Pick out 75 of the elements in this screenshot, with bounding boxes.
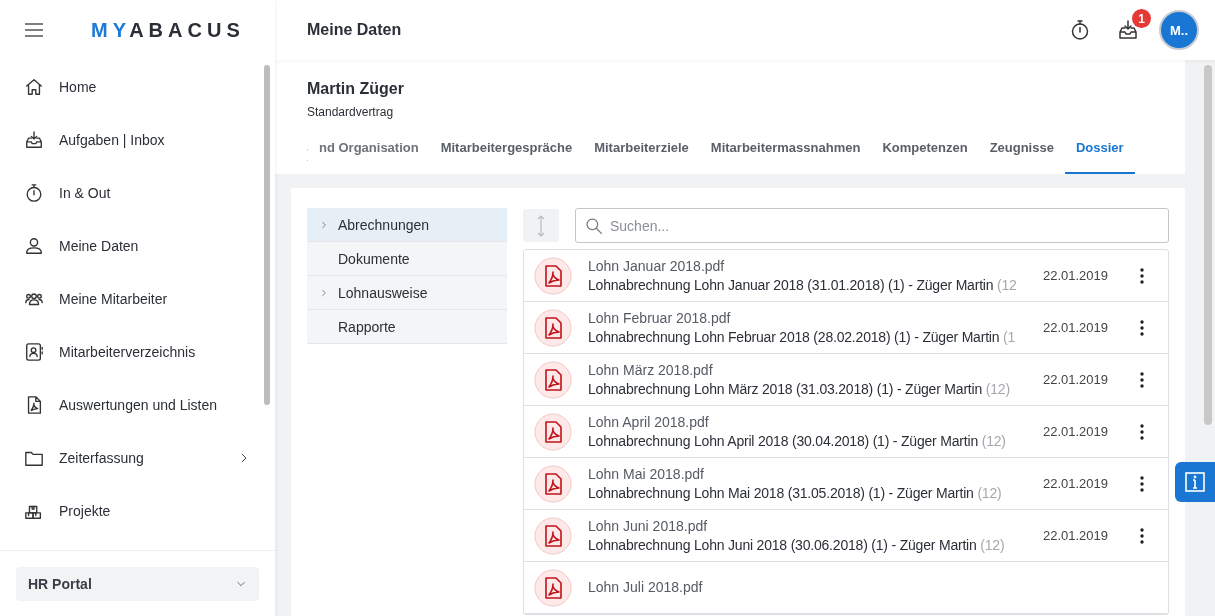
file-date: 22.01.2019 (1042, 320, 1108, 335)
file-description: Lohnabrechnung Lohn Februar 2018 (28.02.2018) (1) - Züger Martin (1 (588, 328, 1017, 346)
file-name[interactable]: Lohn Mai 2018.pdf (588, 465, 1031, 483)
sidebar-item[interactable]: Home (0, 60, 275, 113)
sidebar-item[interactable]: Meine Mitarbeiter (0, 272, 275, 325)
employee-name: Martin Züger (307, 80, 405, 98)
more-vertical-icon (1140, 475, 1144, 492)
more-vertical-icon (1140, 371, 1144, 388)
page-title: Meine Daten (307, 21, 402, 39)
file-name[interactable]: Lohn März 2018.pdf (588, 361, 1031, 379)
sidebar-item[interactable]: Auswertungen und Listen (0, 378, 275, 431)
stopwatch-icon (24, 182, 44, 203)
contract-type: Standardvertrag (307, 105, 395, 119)
more-vertical-icon (1140, 527, 1144, 544)
file-description: Lohnabrechnung Lohn Juni 2018 (30.06.2018) (1) - Züger Martin (12) (588, 536, 1006, 554)
tab[interactable]: Mitarbeitergespräche (429, 136, 584, 174)
tab[interactable]: Mitarbeiterziele (583, 136, 700, 174)
house-icon (24, 76, 44, 97)
file-description: Lohnabrechnung Lohn April 2018 (30.04.2018) (1) - Züger Martin (12) (588, 432, 1007, 450)
file-date: 22.01.2019 (1042, 424, 1108, 439)
inbox-icon (24, 129, 44, 150)
pdf-file-icon (534, 568, 572, 607)
inbox-icon (1117, 19, 1139, 41)
sidebar-item[interactable]: Mitarbeiterverzeichnis (0, 325, 275, 378)
tab[interactable]: Zeugnisse (978, 136, 1065, 174)
file-date: 22.01.2019 (1042, 372, 1108, 387)
pdf-file-icon (534, 464, 572, 503)
pdf-file-icon (534, 516, 572, 555)
chevron-right-icon (319, 219, 329, 230)
sort-arrows-icon (536, 214, 546, 237)
scrollbar[interactable] (264, 65, 270, 405)
pdf-file-icon (534, 256, 572, 295)
pdf-file-icon (534, 308, 572, 347)
tab[interactable]: Mitarbeitermassnahmen (699, 136, 872, 174)
tab[interactable]: Dossier (1064, 136, 1135, 174)
more-vertical-icon (1140, 319, 1144, 336)
file-description: Lohnabrechnung Lohn Januar 2018 (31.01.2018) (1) - Züger Martin (12 (588, 276, 1018, 294)
folder-item[interactable]: Rapporte (307, 310, 507, 344)
more-vertical-icon (1140, 423, 1144, 440)
file-description: Lohnabrechnung Lohn Mai 2018 (31.05.2018) (1) - Züger Martin (12) (588, 484, 1003, 502)
info-icon (1184, 471, 1206, 493)
file-name[interactable]: Lohn Juli 2018.pdf (588, 579, 1158, 596)
file-name[interactable]: Lohn Januar 2018.pdf (588, 257, 1031, 275)
file-date: 22.01.2019 (1042, 476, 1108, 491)
person-icon (24, 235, 44, 256)
contact-card-icon (24, 341, 44, 362)
portal-select[interactable]: HR Portal (16, 567, 259, 601)
scrollbar[interactable] (1204, 65, 1212, 425)
logo: MYABACUS (91, 18, 245, 42)
sidebar-item[interactable]: In & Out (0, 166, 275, 219)
more-vertical-icon (1140, 267, 1144, 284)
file-date: 22.01.2019 (1042, 268, 1108, 283)
sidebar-item[interactable]: Projekte (0, 484, 275, 537)
folder-item[interactable]: Abrechnungen (307, 208, 507, 242)
file-description: Lohnabrechnung Lohn März 2018 (31.03.2018) (1) - Züger Martin (12) (588, 380, 1011, 398)
tab[interactable]: nd Organisation (319, 136, 430, 174)
file-name[interactable]: Lohn Februar 2018.pdf (588, 309, 1031, 327)
file-name[interactable]: Lohn April 2018.pdf (588, 413, 1031, 431)
notification-badge: 1 (1132, 9, 1151, 28)
avatar[interactable]: M.. (1159, 10, 1199, 50)
folder-item[interactable]: Dokumente (307, 242, 507, 276)
stopwatch-icon (1069, 19, 1091, 41)
file-name[interactable]: Lohn Juni 2018.pdf (588, 517, 1031, 535)
search-field[interactable]: Suchen... (575, 208, 1169, 243)
pdf-file-icon (534, 360, 572, 399)
sidebar-item[interactable]: Meine Daten (0, 219, 275, 272)
chevron-right-icon (319, 287, 329, 298)
menu-icon[interactable] (25, 23, 43, 37)
pdf-file-icon (534, 412, 572, 451)
sidebar-item[interactable]: Zeiterfassung (0, 431, 275, 484)
file-date: 22.01.2019 (1042, 528, 1108, 543)
info-button[interactable] (1175, 462, 1215, 502)
sidebar-item[interactable]: Aufgaben | Inbox (0, 113, 275, 166)
folder-item[interactable]: Lohnausweise (307, 276, 507, 310)
tab[interactable]: Kompetenzen (871, 136, 979, 174)
